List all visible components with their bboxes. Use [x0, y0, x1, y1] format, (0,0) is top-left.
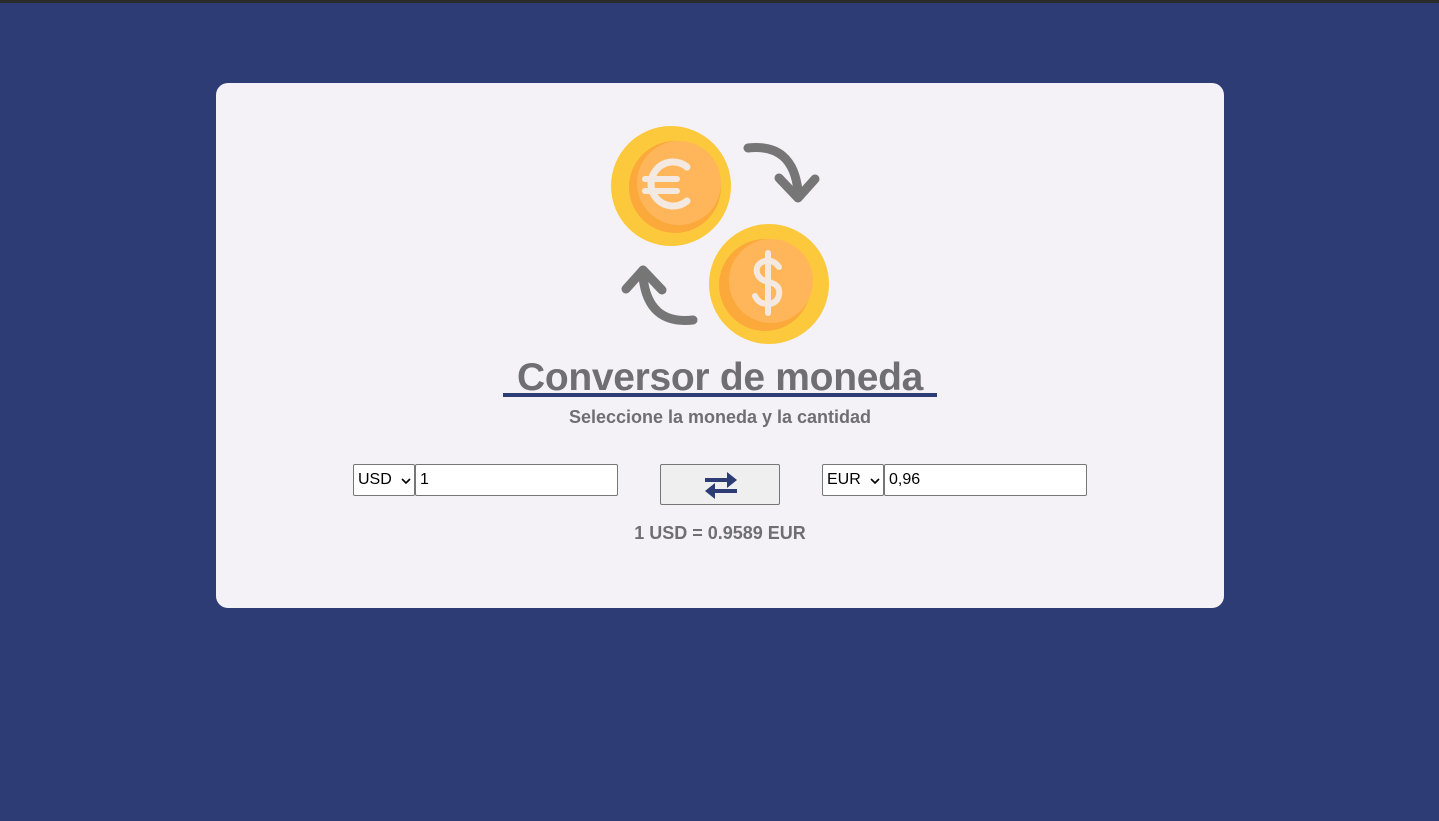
page-subtitle: Seleccione la moneda y la cantidad	[568, 407, 872, 427]
to-currency-value: EUR	[827, 471, 861, 488]
chevron-down-icon	[401, 478, 411, 485]
from-currency-select[interactable]: USD	[353, 464, 415, 496]
window-top-border	[0, 0, 1439, 3]
swap-currencies-button[interactable]	[660, 464, 780, 505]
from-currency-value: USD	[358, 471, 392, 488]
converter-card: Conversor de moneda Seleccione la moneda…	[216, 83, 1224, 608]
exchange-rate-text: 1 USD = 0.9589 EUR	[634, 523, 806, 543]
chevron-down-icon	[870, 478, 880, 485]
title-underline	[503, 393, 937, 397]
page-title: Conversor de moneda	[516, 356, 924, 399]
to-amount-input[interactable]: 0,96	[884, 464, 1087, 496]
swap-arrows-icon	[705, 472, 737, 499]
euro-coin-icon	[611, 126, 731, 246]
currency-exchange-icon	[611, 126, 829, 344]
from-amount-input[interactable]: 1	[415, 464, 618, 496]
to-currency-select[interactable]: EUR	[822, 464, 884, 496]
dollar-coin-icon	[709, 224, 829, 344]
